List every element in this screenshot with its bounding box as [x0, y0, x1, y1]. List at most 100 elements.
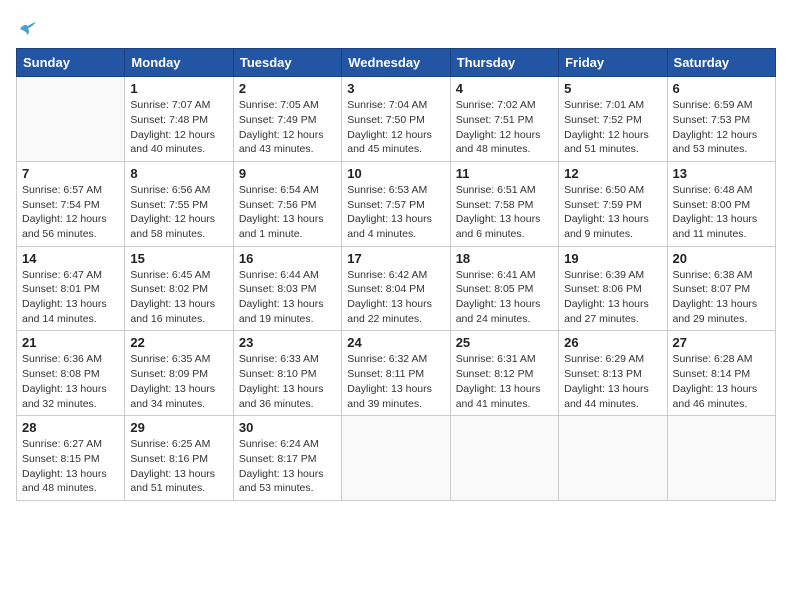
- day-number: 24: [347, 335, 444, 350]
- calendar-cell: [667, 416, 775, 501]
- cell-info: Sunrise: 7:07 AM Sunset: 7:48 PM Dayligh…: [130, 98, 227, 157]
- calendar-cell: 25 Sunrise: 6:31 AM Sunset: 8:12 PM Dayli…: [450, 331, 558, 416]
- calendar-cell: 18 Sunrise: 6:41 AM Sunset: 8:05 PM Dayli…: [450, 246, 558, 331]
- calendar-body: 1 Sunrise: 7:07 AM Sunset: 7:48 PM Daylig…: [17, 77, 776, 501]
- day-number: 1: [130, 81, 227, 96]
- calendar-cell: 11 Sunrise: 6:51 AM Sunset: 7:58 PM Dayli…: [450, 161, 558, 246]
- cell-info: Sunrise: 6:45 AM Sunset: 8:02 PM Dayligh…: [130, 268, 227, 327]
- cell-info: Sunrise: 7:05 AM Sunset: 7:49 PM Dayligh…: [239, 98, 336, 157]
- column-header-sunday: Sunday: [17, 49, 125, 77]
- day-number: 8: [130, 166, 227, 181]
- calendar-cell: 20 Sunrise: 6:38 AM Sunset: 8:07 PM Dayli…: [667, 246, 775, 331]
- day-number: 13: [673, 166, 770, 181]
- calendar-cell: 13 Sunrise: 6:48 AM Sunset: 8:00 PM Dayli…: [667, 161, 775, 246]
- calendar-cell: 21 Sunrise: 6:36 AM Sunset: 8:08 PM Dayli…: [17, 331, 125, 416]
- day-number: 10: [347, 166, 444, 181]
- cell-info: Sunrise: 6:36 AM Sunset: 8:08 PM Dayligh…: [22, 352, 119, 411]
- calendar-week-row: 21 Sunrise: 6:36 AM Sunset: 8:08 PM Dayli…: [17, 331, 776, 416]
- calendar-cell: [17, 77, 125, 162]
- cell-info: Sunrise: 6:29 AM Sunset: 8:13 PM Dayligh…: [564, 352, 661, 411]
- calendar-cell: 6 Sunrise: 6:59 AM Sunset: 7:53 PM Daylig…: [667, 77, 775, 162]
- day-number: 23: [239, 335, 336, 350]
- cell-info: Sunrise: 6:24 AM Sunset: 8:17 PM Dayligh…: [239, 437, 336, 496]
- calendar-cell: 24 Sunrise: 6:32 AM Sunset: 8:11 PM Dayli…: [342, 331, 450, 416]
- calendar-cell: 9 Sunrise: 6:54 AM Sunset: 7:56 PM Daylig…: [233, 161, 341, 246]
- column-header-thursday: Thursday: [450, 49, 558, 77]
- day-number: 29: [130, 420, 227, 435]
- cell-info: Sunrise: 6:48 AM Sunset: 8:00 PM Dayligh…: [673, 183, 770, 242]
- logo: [16, 16, 38, 36]
- day-number: 3: [347, 81, 444, 96]
- day-number: 12: [564, 166, 661, 181]
- day-number: 15: [130, 251, 227, 266]
- calendar-cell: [342, 416, 450, 501]
- calendar-cell: 30Sunrise: 6:24 AM Sunset: 8:17 PM Dayli…: [233, 416, 341, 501]
- calendar-week-row: 14 Sunrise: 6:47 AM Sunset: 8:01 PM Dayli…: [17, 246, 776, 331]
- day-number: 21: [22, 335, 119, 350]
- calendar-week-row: 7Sunrise: 6:57 AM Sunset: 7:54 PM Daylig…: [17, 161, 776, 246]
- cell-info: Sunrise: 6:25 AM Sunset: 8:16 PM Dayligh…: [130, 437, 227, 496]
- cell-info: Sunrise: 6:54 AM Sunset: 7:56 PM Dayligh…: [239, 183, 336, 242]
- cell-info: Sunrise: 6:27 AM Sunset: 8:15 PM Dayligh…: [22, 437, 119, 496]
- logo-text: [16, 16, 38, 40]
- cell-info: Sunrise: 7:01 AM Sunset: 7:52 PM Dayligh…: [564, 98, 661, 157]
- calendar-week-row: 28 Sunrise: 6:27 AM Sunset: 8:15 PM Dayli…: [17, 416, 776, 501]
- calendar-cell: 19Sunrise: 6:39 AM Sunset: 8:06 PM Dayli…: [559, 246, 667, 331]
- calendar-cell: 27 Sunrise: 6:28 AM Sunset: 8:14 PM Dayli…: [667, 331, 775, 416]
- calendar-cell: 1 Sunrise: 7:07 AM Sunset: 7:48 PM Daylig…: [125, 77, 233, 162]
- calendar-cell: 26 Sunrise: 6:29 AM Sunset: 8:13 PM Dayli…: [559, 331, 667, 416]
- day-number: 26: [564, 335, 661, 350]
- day-number: 25: [456, 335, 553, 350]
- calendar-cell: 5 Sunrise: 7:01 AM Sunset: 7:52 PM Daylig…: [559, 77, 667, 162]
- day-number: 6: [673, 81, 770, 96]
- cell-info: Sunrise: 6:42 AM Sunset: 8:04 PM Dayligh…: [347, 268, 444, 327]
- day-number: 27: [673, 335, 770, 350]
- calendar-cell: 7Sunrise: 6:57 AM Sunset: 7:54 PM Daylig…: [17, 161, 125, 246]
- cell-info: Sunrise: 6:57 AM Sunset: 7:54 PM Dayligh…: [22, 183, 119, 242]
- calendar-header-row: SundayMondayTuesdayWednesdayThursdayFrid…: [17, 49, 776, 77]
- page-header: [16, 16, 776, 36]
- calendar-cell: 14 Sunrise: 6:47 AM Sunset: 8:01 PM Dayli…: [17, 246, 125, 331]
- column-header-friday: Friday: [559, 49, 667, 77]
- calendar-week-row: 1 Sunrise: 7:07 AM Sunset: 7:48 PM Daylig…: [17, 77, 776, 162]
- cell-info: Sunrise: 6:47 AM Sunset: 8:01 PM Dayligh…: [22, 268, 119, 327]
- day-number: 20: [673, 251, 770, 266]
- cell-info: Sunrise: 6:59 AM Sunset: 7:53 PM Dayligh…: [673, 98, 770, 157]
- cell-info: Sunrise: 7:04 AM Sunset: 7:50 PM Dayligh…: [347, 98, 444, 157]
- calendar-cell: 17Sunrise: 6:42 AM Sunset: 8:04 PM Dayli…: [342, 246, 450, 331]
- calendar-cell: 4Sunrise: 7:02 AM Sunset: 7:51 PM Daylig…: [450, 77, 558, 162]
- calendar-cell: 8Sunrise: 6:56 AM Sunset: 7:55 PM Daylig…: [125, 161, 233, 246]
- day-number: 18: [456, 251, 553, 266]
- day-number: 22: [130, 335, 227, 350]
- calendar-cell: 28 Sunrise: 6:27 AM Sunset: 8:15 PM Dayli…: [17, 416, 125, 501]
- cell-info: Sunrise: 6:50 AM Sunset: 7:59 PM Dayligh…: [564, 183, 661, 242]
- day-number: 11: [456, 166, 553, 181]
- calendar-cell: 12 Sunrise: 6:50 AM Sunset: 7:59 PM Dayli…: [559, 161, 667, 246]
- day-number: 14: [22, 251, 119, 266]
- calendar-cell: 15 Sunrise: 6:45 AM Sunset: 8:02 PM Dayli…: [125, 246, 233, 331]
- day-number: 28: [22, 420, 119, 435]
- column-header-monday: Monday: [125, 49, 233, 77]
- cell-info: Sunrise: 6:38 AM Sunset: 8:07 PM Dayligh…: [673, 268, 770, 327]
- calendar-cell: 29 Sunrise: 6:25 AM Sunset: 8:16 PM Dayli…: [125, 416, 233, 501]
- day-number: 9: [239, 166, 336, 181]
- cell-info: Sunrise: 6:28 AM Sunset: 8:14 PM Dayligh…: [673, 352, 770, 411]
- day-number: 5: [564, 81, 661, 96]
- cell-info: Sunrise: 6:32 AM Sunset: 8:11 PM Dayligh…: [347, 352, 444, 411]
- calendar-cell: [450, 416, 558, 501]
- day-number: 16: [239, 251, 336, 266]
- calendar-cell: 3 Sunrise: 7:04 AM Sunset: 7:50 PM Daylig…: [342, 77, 450, 162]
- cell-info: Sunrise: 6:44 AM Sunset: 8:03 PM Dayligh…: [239, 268, 336, 327]
- day-number: 2: [239, 81, 336, 96]
- cell-info: Sunrise: 6:33 AM Sunset: 8:10 PM Dayligh…: [239, 352, 336, 411]
- column-header-saturday: Saturday: [667, 49, 775, 77]
- cell-info: Sunrise: 6:41 AM Sunset: 8:05 PM Dayligh…: [456, 268, 553, 327]
- logo-bird-icon: [18, 21, 38, 37]
- cell-info: Sunrise: 6:39 AM Sunset: 8:06 PM Dayligh…: [564, 268, 661, 327]
- calendar-cell: [559, 416, 667, 501]
- cell-info: Sunrise: 6:31 AM Sunset: 8:12 PM Dayligh…: [456, 352, 553, 411]
- cell-info: Sunrise: 6:51 AM Sunset: 7:58 PM Dayligh…: [456, 183, 553, 242]
- cell-info: Sunrise: 6:53 AM Sunset: 7:57 PM Dayligh…: [347, 183, 444, 242]
- calendar-table: SundayMondayTuesdayWednesdayThursdayFrid…: [16, 48, 776, 501]
- calendar-cell: 16 Sunrise: 6:44 AM Sunset: 8:03 PM Dayli…: [233, 246, 341, 331]
